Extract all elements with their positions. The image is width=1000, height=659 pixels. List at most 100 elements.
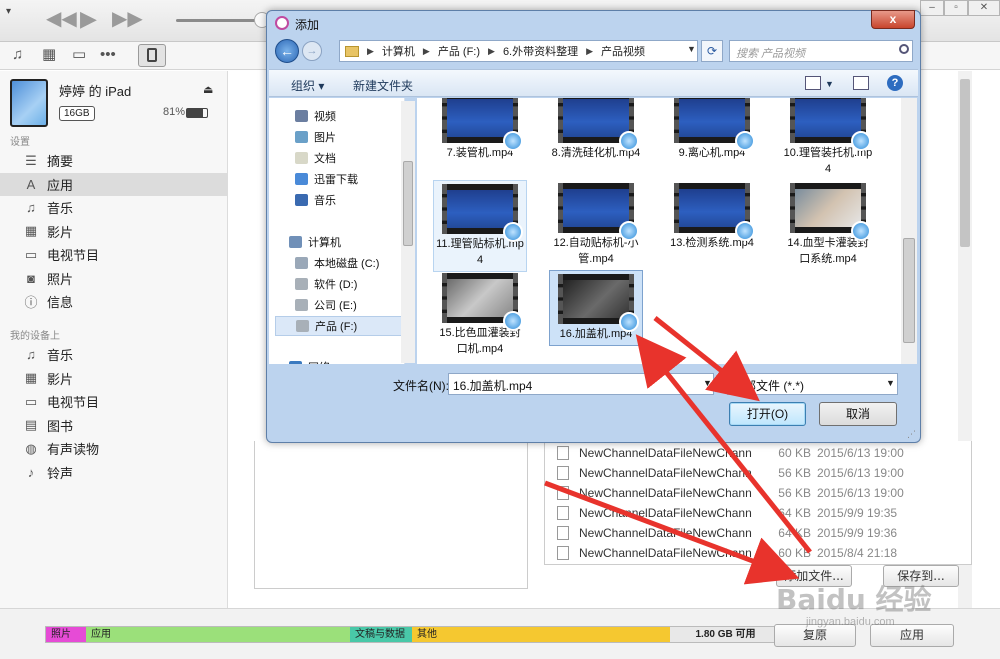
media-player-badge-icon bbox=[619, 221, 639, 241]
previous-track-icon[interactable]: ◀◀ bbox=[46, 9, 77, 29]
eject-icon[interactable]: ⏏ bbox=[203, 83, 213, 96]
document-size: 64 KB bbox=[778, 526, 811, 540]
picture-folder-icon bbox=[295, 131, 308, 143]
search-input[interactable]: 搜索 产品视频 bbox=[729, 40, 913, 62]
forward-arrow-icon[interactable]: → bbox=[302, 41, 322, 61]
video-file-item[interactable]: 8.清洗硅化机.mp4 bbox=[549, 98, 643, 164]
sidebar-item-settings-5[interactable]: ◙ 照片 bbox=[0, 267, 227, 290]
music-note-icon[interactable]: ♫ bbox=[12, 46, 23, 64]
nav-pane-item[interactable]: 软件 (D:) bbox=[295, 274, 357, 294]
camera-icon: ◙ bbox=[27, 270, 35, 286]
drive-icon bbox=[295, 299, 308, 311]
resize-grip-icon[interactable]: ⋰ bbox=[907, 429, 916, 440]
sidebar-item-device-1[interactable]: ▦ 影片 bbox=[0, 367, 227, 390]
nav-pane-item[interactable]: 图片 bbox=[295, 127, 336, 147]
document-row[interactable]: NewChannelDataFileNewChann 56 KB 2015/6/13… bbox=[545, 483, 959, 503]
sidebar-item-device-5[interactable]: ♪ 铃声 bbox=[0, 461, 227, 484]
music-note-icon: ♫ bbox=[26, 347, 36, 362]
document-row[interactable]: NewChannelDataFileNewChann 60 KB 2015/6/13… bbox=[545, 443, 959, 463]
dialog-close-button[interactable]: x bbox=[871, 10, 915, 29]
nav-pane-item[interactable]: 音乐 bbox=[295, 190, 336, 210]
tv-icon[interactable]: ▭ bbox=[72, 46, 86, 64]
view-dropdown-icon[interactable]: ▼ bbox=[825, 79, 834, 89]
filename-dropdown-icon[interactable]: ▼ bbox=[703, 378, 712, 388]
filetype-dropdown-icon[interactable]: ▼ bbox=[886, 378, 895, 388]
scrollbar-thumb[interactable] bbox=[960, 79, 970, 247]
breadcrumb-separator-icon[interactable]: ▶ bbox=[423, 46, 430, 57]
address-bar[interactable]: ▶ 计算机 ▶ 产品 (F:) ▶ 6.外带资料整理 ▶ 产品视频 bbox=[339, 40, 698, 62]
sidebar-item-device-3[interactable]: ▤ 图书 bbox=[0, 414, 227, 437]
breadcrumb-separator-icon[interactable]: ▶ bbox=[367, 46, 374, 57]
video-file-item[interactable]: 7.装管机.mp4 bbox=[433, 98, 527, 164]
document-row[interactable]: NewChannelDataFileNewChann 64 KB 2015/9/9 … bbox=[545, 503, 959, 523]
breadcrumb-item[interactable]: 产品 (F:) bbox=[438, 43, 480, 59]
nav-pane-label: 软件 (D:) bbox=[314, 279, 358, 291]
menu-caret-icon[interactable]: ▾ bbox=[6, 6, 11, 17]
navigation-pane: 视频 图片 文档 迅雷下载音乐计算机 本地磁盘 (C:) 软件 (D:) 公司 (E:) 产品… bbox=[269, 98, 405, 364]
restore-window-button[interactable]: ▫ bbox=[944, 0, 968, 16]
nav-pane-item[interactable]: 迅雷下载 bbox=[295, 169, 358, 189]
nav-pane-item[interactable]: 本地磁盘 (C:) bbox=[295, 253, 379, 273]
address-dropdown-icon[interactable]: ▼ bbox=[687, 44, 696, 54]
nav-pane-item[interactable]: 产品 (F:) bbox=[275, 316, 404, 336]
view-options-icon[interactable] bbox=[805, 76, 821, 90]
breadcrumb-item[interactable]: 计算机 bbox=[382, 43, 415, 59]
sidebar-item-settings-6[interactable]: ⓘ 信息 bbox=[0, 290, 227, 313]
scrollbar-thumb[interactable] bbox=[903, 238, 915, 343]
video-file-item[interactable]: 14.血型卡灌装封口系统.mp4 bbox=[781, 180, 875, 270]
sidebar-item-settings-2[interactable]: ♫ 音乐 bbox=[0, 196, 227, 219]
nav-pane-label: 音乐 bbox=[314, 195, 336, 207]
breadcrumb-separator-icon[interactable]: ▶ bbox=[586, 46, 593, 57]
video-file-item[interactable]: 9.离心机.mp4 bbox=[665, 98, 759, 164]
refresh-icon[interactable]: ⟳ bbox=[701, 40, 723, 62]
video-file-item[interactable]: 16.加盖机.mp4 bbox=[549, 270, 643, 346]
nav-pane-item[interactable]: 计算机 bbox=[289, 232, 341, 252]
video-file-item[interactable]: 15.比色皿灌装封口机.mp4 bbox=[433, 270, 527, 360]
filename-input[interactable]: 16.加盖机.mp4 bbox=[448, 373, 714, 395]
video-thumbnail bbox=[674, 183, 755, 241]
video-file-item[interactable]: 13.检测系统.mp4 bbox=[665, 180, 759, 254]
nav-pane-item[interactable]: 公司 (E:) bbox=[295, 295, 357, 315]
next-track-icon[interactable]: ▶▶ bbox=[112, 9, 143, 29]
sidebar-item-settings-3[interactable]: ▦ 影片 bbox=[0, 220, 227, 243]
breadcrumb-item[interactable]: 6.外带资料整理 bbox=[503, 43, 578, 59]
nav-pane-item[interactable]: 网络 bbox=[289, 357, 330, 364]
new-folder-button[interactable]: 新建文件夹 bbox=[353, 77, 413, 94]
breadcrumb-item[interactable]: 产品视频 bbox=[601, 43, 645, 59]
scrollbar-thumb[interactable] bbox=[403, 161, 413, 246]
sidebar-item-device-4[interactable]: ◍ 有声读物 bbox=[0, 437, 227, 460]
sidebar-item-device-0[interactable]: ♫ 音乐 bbox=[0, 343, 227, 366]
volume-slider[interactable] bbox=[176, 19, 260, 22]
media-player-badge-icon bbox=[503, 131, 523, 151]
sidebar-item-settings-1[interactable]: A 应用 bbox=[0, 172, 227, 196]
device-button[interactable] bbox=[138, 44, 166, 67]
breadcrumb-separator-icon[interactable]: ▶ bbox=[488, 46, 495, 57]
video-file-item[interactable]: 11.理管贴标机.mp4 bbox=[433, 180, 527, 272]
video-file-item[interactable]: 12.自动贴标机-小管.mp4 bbox=[549, 180, 643, 270]
film-icon[interactable]: ▦ bbox=[42, 46, 56, 64]
back-arrow-icon[interactable]: ← bbox=[275, 39, 299, 63]
cancel-button[interactable]: 取消 bbox=[819, 402, 897, 426]
sidebar-item-label: 图书 bbox=[47, 418, 74, 434]
play-icon[interactable]: ▶ bbox=[80, 8, 97, 30]
organize-menu[interactable]: 组织 ▾ bbox=[291, 77, 324, 94]
document-row[interactable]: NewChannelDataFileNewChann 60 KB 2015/8/4 … bbox=[545, 543, 959, 563]
minimize-window-button[interactable]: – bbox=[920, 0, 944, 16]
open-button[interactable]: 打开(O) bbox=[729, 402, 806, 426]
nav-pane-item[interactable]: 文档 bbox=[295, 148, 336, 168]
more-icon[interactable]: ••• bbox=[100, 46, 116, 64]
preview-pane-icon[interactable] bbox=[853, 76, 869, 90]
filetype-select[interactable]: 全部文件 (*.*) bbox=[727, 373, 898, 395]
video-file-item[interactable]: 10.理管装托机.mp4 bbox=[781, 98, 875, 180]
nav-pane-scrollbar[interactable] bbox=[401, 101, 415, 363]
document-row[interactable]: NewChannelDataFileNewChann 56 KB 2015/6/13… bbox=[545, 463, 959, 483]
sidebar-item-settings-0[interactable]: ☰ 摘要 bbox=[0, 149, 227, 172]
music-folder-icon bbox=[295, 194, 308, 206]
file-list-scrollbar[interactable] bbox=[901, 98, 917, 364]
sidebar-item-device-2[interactable]: ▭ 电视节目 bbox=[0, 390, 227, 413]
document-row[interactable]: NewChannelDataFileNewChann 64 KB 2015/9/9 … bbox=[545, 523, 959, 543]
sidebar-item-settings-4[interactable]: ▭ 电视节目 bbox=[0, 243, 227, 266]
close-window-button[interactable]: ✕ bbox=[968, 0, 1000, 16]
nav-pane-item[interactable]: 视频 bbox=[295, 106, 336, 126]
help-icon[interactable]: ? bbox=[887, 75, 903, 91]
